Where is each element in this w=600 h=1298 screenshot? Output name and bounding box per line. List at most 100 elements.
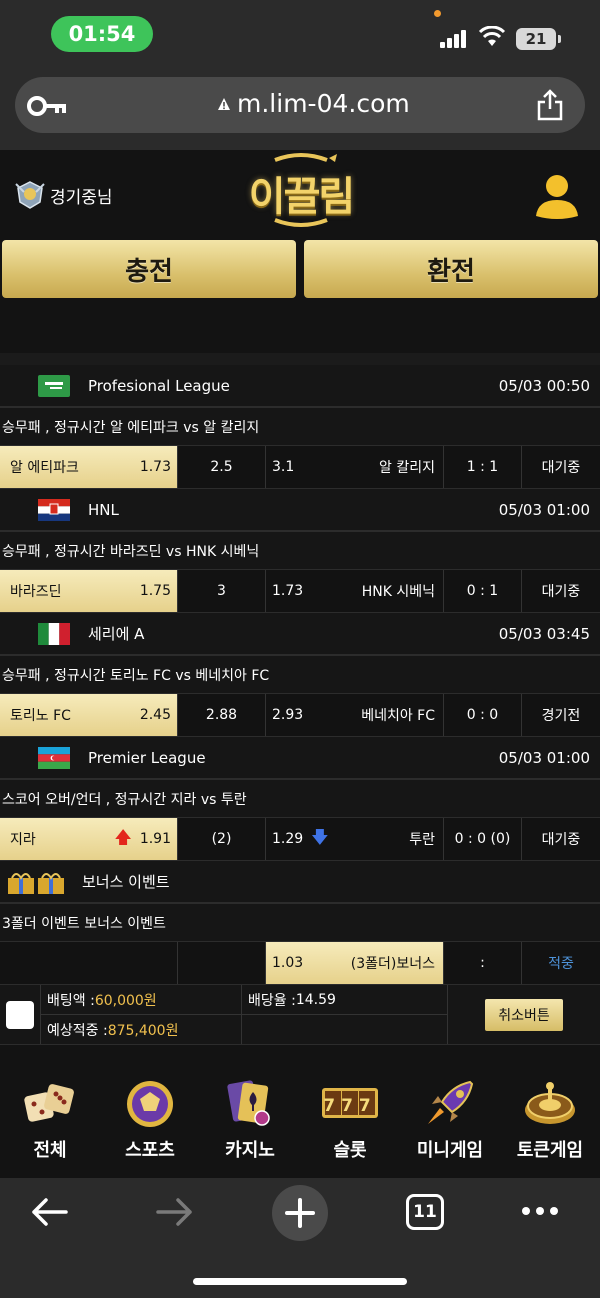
browser-url-area: m.lim-04.com xyxy=(0,72,600,150)
bonus-label: (3폴더)보너스 xyxy=(350,956,435,972)
rate-label: 배당율 : xyxy=(248,992,296,1009)
site-header: 경기중님 이끌림 xyxy=(0,150,600,230)
clock: 01:54 xyxy=(51,16,153,52)
warning-icon xyxy=(218,97,230,110)
status-bar: 01:54 21 xyxy=(0,0,600,72)
score: 0 : 1 xyxy=(444,570,522,612)
bonus-league-header: 보너스 이벤트 xyxy=(0,861,600,904)
back-arrow-icon[interactable] xyxy=(30,1196,70,1228)
expected-value: 875,400원 xyxy=(107,1023,179,1039)
category-all[interactable]: 전체 xyxy=(0,1070,100,1178)
address-bar[interactable]: m.lim-04.com xyxy=(15,77,585,133)
draw-odds[interactable]: 3 xyxy=(178,570,266,612)
share-icon[interactable] xyxy=(535,89,565,121)
draw-odds[interactable]: 2.88 xyxy=(178,694,266,736)
wifi-icon xyxy=(478,26,506,46)
url-text[interactable]: m.lim-04.com xyxy=(217,89,410,118)
category-nav: 전체 스포츠 카지노 777 슬롯 미니게임 토큰게임 xyxy=(0,1070,600,1178)
home-team: 알 에티파크 xyxy=(10,460,79,476)
league-name: 보너스 이벤트 xyxy=(82,873,170,891)
charge-button[interactable]: 충전 xyxy=(2,240,296,298)
bet-history-list: Profesional League 05/03 00:50 승무패 , 정규시… xyxy=(0,365,600,1045)
category-slot[interactable]: 777 슬롯 xyxy=(300,1070,400,1178)
password-key-icon[interactable] xyxy=(27,95,67,117)
bet-title: 승무패 , 정규시간 알 에티파크 vs 알 칼리지 xyxy=(0,408,600,446)
bet-slip-summary: 배팅액 : 60,000원 예상적중 : 875,400원 배당율 : 14.5… xyxy=(0,985,600,1045)
home-odds: 2.45 xyxy=(139,707,171,723)
bet-title: 승무패 , 정규시간 바라즈딘 vs HNK 시베닉 xyxy=(0,532,600,570)
bet-state: 대기중 xyxy=(541,584,581,600)
bet-state: 적중 xyxy=(548,956,574,972)
arrow-down-icon: 🡇 xyxy=(311,827,329,848)
category-sports[interactable]: 스포츠 xyxy=(100,1070,200,1178)
bet-title: 승무패 , 정규시간 토리노 FC vs 베네치아 FC xyxy=(0,656,600,694)
more-options-icon[interactable] xyxy=(521,1206,559,1216)
away-team: 알 칼리지 xyxy=(379,460,435,476)
site-logo[interactable]: 이끌림 xyxy=(245,152,357,228)
category-label: 슬롯 xyxy=(333,1140,367,1161)
score: 0 : 0 (0) xyxy=(444,818,522,860)
odds-row: 알 에티파크 1.73 2.5 3.1 알 칼리지 1 : 1 대기중 xyxy=(0,446,600,489)
bonus-odds: 1.03 xyxy=(272,955,304,971)
handicap-line[interactable]: (2) xyxy=(178,818,266,860)
cancel-button[interactable]: 취소버튼 xyxy=(485,998,563,1031)
soccer-ball-icon xyxy=(127,1081,173,1127)
croatia-flag-icon xyxy=(38,498,70,521)
category-minigame[interactable]: 미니게임 xyxy=(400,1070,500,1178)
league-name: Profesional League xyxy=(88,376,230,395)
bet-state: 대기중 xyxy=(541,832,581,848)
user-status-label: 경기중님 xyxy=(50,187,113,208)
exchange-button[interactable]: 환전 xyxy=(304,240,598,298)
new-tab-plus-icon[interactable] xyxy=(271,1184,329,1242)
empty-cell xyxy=(0,942,178,984)
user-status: 경기중님 xyxy=(14,180,113,210)
dice-icon xyxy=(24,1084,74,1122)
profile-icon[interactable] xyxy=(534,172,580,220)
select-checkbox[interactable] xyxy=(6,1000,34,1029)
bet-amount-value: 60,000원 xyxy=(94,992,157,1009)
battery-icon: 21 xyxy=(516,28,561,50)
site-content: 경기중님 이끌림 충전 환전 Profesional League 05/03 … xyxy=(0,150,600,1070)
home-odds: 1.73 xyxy=(139,459,171,475)
expected-win: 예상적중 : 875,400원 xyxy=(41,1015,241,1045)
category-token-game[interactable]: 토큰게임 xyxy=(500,1070,600,1178)
bet-amount: 배팅액 : 60,000원 xyxy=(41,985,241,1015)
score: 1 : 1 xyxy=(444,446,522,488)
azerbaijan-flag-icon xyxy=(38,746,70,769)
league-flag-icon xyxy=(38,374,70,397)
under-selection[interactable]: 1.29 🡇 투란 xyxy=(266,818,444,860)
home-selection[interactable]: 알 에티파크 1.73 xyxy=(0,446,178,488)
bonus-selection[interactable]: 1.03 (3폴더)보너스 xyxy=(266,942,444,984)
home-team: 지라 xyxy=(10,832,36,848)
tabs-count-button[interactable]: 11 xyxy=(406,1194,444,1230)
match-time: 05/03 01:00 xyxy=(498,500,590,519)
rocket-icon xyxy=(428,1080,474,1124)
home-team: 토리노 FC xyxy=(10,708,71,724)
forward-arrow-icon[interactable] xyxy=(154,1196,194,1228)
away-team: 베네치아 FC xyxy=(361,708,435,724)
match-time: 05/03 01:00 xyxy=(498,748,590,767)
odds-row: 지라 🡅 1.91 (2) 1.29 🡇 투란 0 : 0 (0) 대기중 xyxy=(0,818,600,861)
category-label: 카지노 xyxy=(225,1140,275,1161)
home-selection[interactable]: 토리노 FC 2.45 xyxy=(0,694,178,736)
draw-odds[interactable]: 2.5 xyxy=(178,446,266,488)
league-name: HNL xyxy=(88,500,119,519)
bet-state: 경기전 xyxy=(541,708,581,724)
rank-badge-icon xyxy=(15,181,45,209)
away-selection[interactable]: 2.93 베네치아 FC xyxy=(266,694,444,736)
away-selection[interactable]: 1.73 HNK 시베닉 xyxy=(266,570,444,612)
home-team: 바라즈딘 xyxy=(10,584,62,600)
category-casino[interactable]: 카지노 xyxy=(200,1070,300,1178)
league-header: Premier League 05/03 01:00 xyxy=(0,737,600,780)
empty-cell xyxy=(178,942,266,984)
league-name: Premier League xyxy=(88,748,206,767)
url-label: m.lim-04.com xyxy=(237,89,410,118)
over-selection[interactable]: 지라 🡅 1.91 xyxy=(0,818,178,860)
home-odds: 1.75 xyxy=(139,583,171,599)
home-selection[interactable]: 바라즈딘 1.75 xyxy=(0,570,178,612)
away-selection[interactable]: 3.1 알 칼리지 xyxy=(266,446,444,488)
odds-row: 1.03 (3폴더)보너스 : 적중 xyxy=(0,942,600,985)
odds-rate: 배당율 : 14.59 xyxy=(242,985,447,1015)
bet-title: 스코어 오버/언더 , 정규시간 지라 vs 투란 xyxy=(0,780,600,818)
cellular-signal-icon xyxy=(440,30,468,48)
